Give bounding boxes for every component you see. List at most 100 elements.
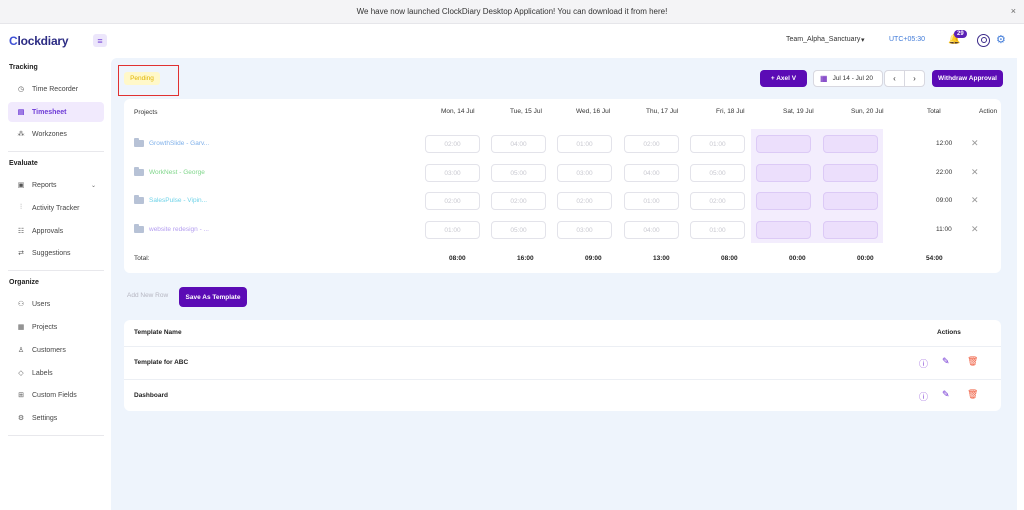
sidebar-item-customers[interactable]: ♙ Customers	[8, 340, 104, 360]
edit-icon[interactable]: ✎	[942, 356, 950, 367]
close-icon[interactable]: ✕	[971, 167, 979, 178]
time-input[interactable]	[756, 164, 811, 182]
day-total: 00:00	[857, 255, 874, 262]
sidebar-item-activity-tracker[interactable]: ⫶ Activity Tracker	[8, 198, 104, 218]
chevron-down-icon[interactable]: ▾	[861, 36, 865, 44]
time-input[interactable]: 03:00	[425, 164, 480, 182]
row-total: 22:00	[936, 169, 953, 176]
templates-card	[124, 320, 1001, 411]
sidebar-divider	[8, 270, 104, 271]
time-input[interactable]: 03:00	[557, 164, 612, 182]
chevron-down-icon[interactable]: ⌄	[91, 182, 96, 189]
time-input[interactable]: 01:00	[624, 192, 679, 210]
time-input[interactable]	[756, 135, 811, 153]
info-icon[interactable]: ⓘ	[919, 357, 928, 370]
labels-icon: ◇	[18, 370, 24, 377]
sidebar-item-labels[interactable]: ◇ Labels	[8, 363, 104, 383]
activity-icon: ⫶	[20, 204, 22, 211]
time-input[interactable]: 04:00	[491, 135, 546, 153]
team-selector[interactable]: Team_Alpha_Sanctuary	[786, 36, 860, 43]
chevron-left-icon[interactable]: ‹	[885, 71, 905, 86]
project-cell[interactable]: GrowthSlide - Garv...	[134, 138, 209, 147]
withdraw-approval-button[interactable]: Withdraw Approval	[932, 70, 1003, 87]
project-cell[interactable]: WorkNest - George	[134, 167, 205, 176]
settings-icon: ⚙	[17, 415, 25, 422]
time-input[interactable]: 03:00	[557, 221, 612, 239]
user-profile-icon[interactable]	[977, 34, 990, 47]
timezone-label[interactable]: UTC+05:30	[889, 36, 925, 43]
time-input[interactable]	[823, 135, 878, 153]
column-header-day: Mon, 14 Jul	[441, 108, 475, 115]
delete-icon[interactable]: 🗑	[967, 356, 978, 367]
time-input[interactable]	[823, 192, 878, 210]
time-input[interactable]: 02:00	[690, 192, 745, 210]
time-input[interactable]: 05:00	[491, 221, 546, 239]
sidebar-item-suggestions[interactable]: ⇄ Suggestions	[8, 243, 104, 263]
gear-icon[interactable]: ⚙	[996, 33, 1006, 46]
close-icon[interactable]: ✕	[971, 195, 979, 206]
project-cell[interactable]: website redesign - ...	[134, 224, 209, 233]
app-logo[interactable]: Clockdiary	[9, 34, 69, 48]
menu-toggle-icon[interactable]: ≡	[93, 34, 107, 47]
sidebar-item-timesheet[interactable]: ▤ Timesheet	[8, 102, 104, 122]
sidebar-item-projects[interactable]: ▦ Projects	[8, 317, 104, 337]
time-input[interactable]: 05:00	[690, 164, 745, 182]
close-icon[interactable]: ✕	[971, 138, 979, 149]
close-icon[interactable]: ×	[1011, 6, 1016, 16]
sidebar-divider	[8, 151, 104, 152]
time-input[interactable]: 01:00	[690, 221, 745, 239]
chevron-right-icon[interactable]: ›	[905, 71, 924, 86]
time-input[interactable]: 05:00	[491, 164, 546, 182]
column-header-day: Fri, 18 Jul	[716, 108, 745, 115]
announcement-banner[interactable]: We have now launched ClockDiary Desktop …	[0, 0, 1024, 24]
time-input[interactable]	[823, 221, 878, 239]
customers-icon: ♙	[17, 347, 25, 354]
time-input[interactable]: 02:00	[425, 192, 480, 210]
time-input[interactable]: 02:00	[624, 135, 679, 153]
time-input[interactable]: 04:00	[624, 221, 679, 239]
sidebar-item-settings[interactable]: ⚙ Settings	[8, 408, 104, 428]
project-cell[interactable]: SalesPulse - Vipin...	[134, 195, 207, 204]
sidebar-item-users[interactable]: ⚇ Users	[8, 294, 104, 314]
template-name[interactable]: Dashboard	[134, 392, 168, 399]
reports-icon: ▣	[17, 182, 25, 189]
sidebar: Tracking ◷ Time Recorder ▤ Timesheet ⁂ Work…	[0, 58, 110, 510]
banner-text[interactable]: We have now launched ClockDiary Desktop …	[357, 7, 668, 16]
time-input[interactable]: 01:00	[557, 135, 612, 153]
sidebar-item-approvals[interactable]: ☷ Approvals	[8, 221, 104, 241]
time-input[interactable]	[756, 221, 811, 239]
time-input[interactable]: 01:00	[425, 221, 480, 239]
timesheet-icon: ▤	[17, 109, 25, 116]
delete-icon[interactable]: 🗑	[967, 389, 978, 400]
day-total: 09:00	[585, 255, 602, 262]
column-header-day: Sat, 19 Jul	[783, 108, 814, 115]
time-input[interactable]: 02:00	[557, 192, 612, 210]
date-range-picker[interactable]: ▦ Jul 14 - Jul 20	[813, 70, 883, 87]
column-header-day: Tue, 15 Jul	[510, 108, 542, 115]
custom-fields-icon: ⊞	[18, 392, 24, 399]
time-input[interactable]	[823, 164, 878, 182]
row-divider	[124, 379, 1001, 380]
sidebar-item-time-recorder[interactable]: ◷ Time Recorder	[8, 79, 104, 99]
sidebar-section-evaluate: Evaluate	[9, 160, 38, 167]
close-icon[interactable]: ✕	[971, 224, 979, 235]
save-as-template-button[interactable]: Save As Template	[179, 287, 247, 307]
week-navigation: ‹ ›	[884, 70, 925, 87]
column-header-day: Wed, 16 Jul	[576, 108, 611, 115]
sidebar-item-reports[interactable]: ▣ Reports ⌄	[8, 175, 104, 195]
time-input[interactable]: 04:00	[624, 164, 679, 182]
status-badge: Pending	[124, 72, 160, 85]
time-input[interactable]: 02:00	[425, 135, 480, 153]
sidebar-item-workzones[interactable]: ⁂ Workzones	[8, 124, 104, 144]
time-input[interactable]	[756, 192, 811, 210]
column-header-action: Action	[979, 108, 998, 115]
folder-icon	[134, 138, 144, 147]
sidebar-item-custom-fields[interactable]: ⊞ Custom Fields	[8, 385, 104, 405]
info-icon[interactable]: ⓘ	[919, 390, 928, 403]
time-input[interactable]: 01:00	[690, 135, 745, 153]
template-name[interactable]: Template for ABC	[134, 359, 188, 366]
add-user-button[interactable]: + Axel V	[760, 70, 807, 87]
add-new-row-button[interactable]: Add New Row	[127, 292, 168, 299]
time-input[interactable]: 02:00	[491, 192, 546, 210]
edit-icon[interactable]: ✎	[942, 389, 950, 400]
